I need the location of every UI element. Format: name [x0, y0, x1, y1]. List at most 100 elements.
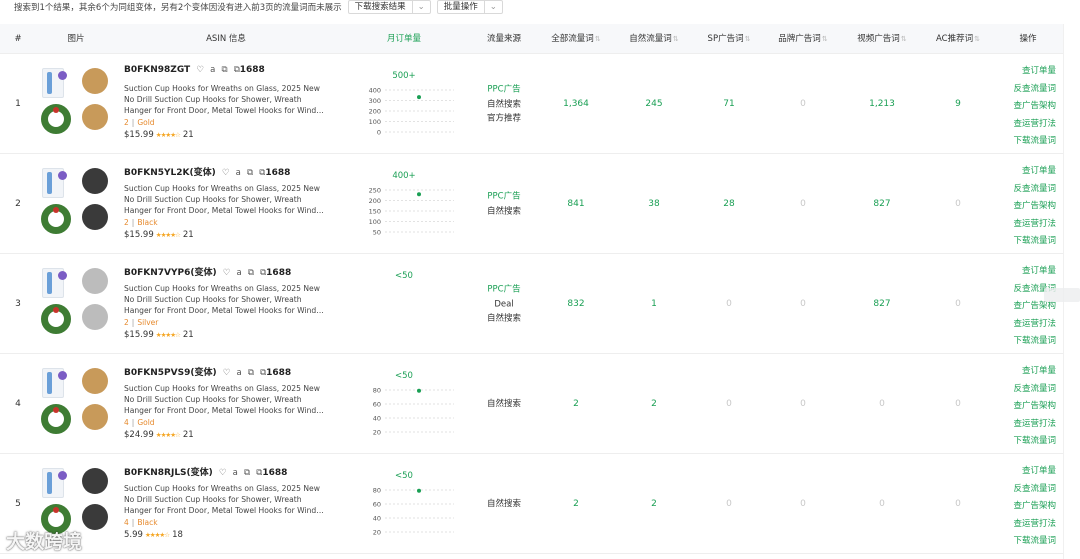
video-keywords-count[interactable]: 0 [879, 499, 885, 509]
all-keywords-count[interactable]: 2 [573, 399, 579, 409]
col-organic-keywords[interactable]: 自然流量词⇅ [629, 24, 678, 54]
all-keywords-count[interactable]: 832 [567, 299, 584, 309]
copy-icon[interactable]: ⧉ [244, 468, 250, 478]
action-link[interactable]: 反查流量词 [1006, 381, 1056, 399]
action-link[interactable]: 查广告架构 [1006, 98, 1056, 116]
sp-keywords-count[interactable]: 71 [723, 99, 734, 109]
col-monthly-orders[interactable]: 月订单量 [387, 24, 421, 54]
sp-keywords-count[interactable]: 0 [726, 299, 732, 309]
asin-code[interactable]: B0FKN98ZGT [124, 65, 190, 75]
ac-keywords-count[interactable]: 0 [955, 399, 961, 409]
amazon-icon[interactable]: a [236, 368, 241, 378]
action-link[interactable]: 查订单量 [1006, 463, 1056, 481]
supplier-badge[interactable]: 1688 [262, 468, 287, 478]
ac-keywords-count[interactable]: 0 [955, 199, 961, 209]
action-link[interactable]: 查广告架构 [1006, 398, 1056, 416]
all-keywords-count[interactable]: 2 [573, 499, 579, 509]
col-sp-keywords[interactable]: SP广告词⇅ [708, 24, 751, 54]
action-link[interactable]: 下载流量词 [1006, 433, 1056, 451]
product-image[interactable] [38, 364, 116, 442]
copy-icon[interactable]: ⧉ [221, 65, 227, 75]
product-title[interactable]: Suction Cup Hooks for Wreaths on Glass, … [124, 83, 326, 117]
brand-keywords-count[interactable]: 0 [800, 299, 806, 309]
col-brand-keywords[interactable]: 品牌广告词⇅ [778, 24, 827, 54]
ac-keywords-count[interactable]: 9 [955, 99, 961, 109]
video-keywords-count[interactable]: 0 [879, 399, 885, 409]
action-link[interactable]: 查运营打法 [1006, 116, 1056, 134]
heart-icon[interactable]: ♡ [223, 368, 231, 378]
sp-keywords-count[interactable]: 0 [726, 399, 732, 409]
ac-keywords-count[interactable]: 0 [955, 499, 961, 509]
download-results-button[interactable]: 下载搜索结果 ⌄ [347, 0, 431, 14]
asin-code[interactable]: B0FKN5YL2K(变体) [124, 168, 216, 178]
action-link[interactable]: 查运营打法 [1006, 316, 1056, 334]
chevron-down-icon[interactable]: ⌄ [411, 1, 430, 13]
organic-keywords-count[interactable]: 2 [651, 399, 657, 409]
sort-icon[interactable]: ⇅ [745, 35, 751, 43]
action-link[interactable]: 查广告架构 [1006, 198, 1056, 216]
amazon-icon[interactable]: a [237, 268, 242, 278]
organic-keywords-count[interactable]: 1 [651, 299, 657, 309]
action-link[interactable]: 查运营打法 [1006, 416, 1056, 434]
supplier-badge[interactable]: 1688 [266, 268, 291, 278]
amazon-icon[interactable]: a [236, 168, 241, 178]
heart-icon[interactable]: ♡ [196, 65, 204, 75]
col-ac-keywords[interactable]: AC推荐词⇅ [936, 24, 980, 54]
asin-code[interactable]: B0FKN7VYP6(变体) [124, 268, 217, 278]
brand-keywords-count[interactable]: 0 [800, 99, 806, 109]
amazon-icon[interactable]: a [210, 65, 215, 75]
organic-keywords-count[interactable]: 2 [651, 499, 657, 509]
product-title[interactable]: Suction Cup Hooks for Wreaths on Glass, … [124, 483, 326, 517]
video-keywords-count[interactable]: 827 [873, 199, 890, 209]
ac-keywords-count[interactable]: 0 [955, 299, 961, 309]
batch-operations-button[interactable]: 批量操作 ⌄ [436, 0, 503, 14]
heart-icon[interactable]: ♡ [219, 468, 227, 478]
action-link[interactable]: 反查流量词 [1006, 181, 1056, 199]
action-link[interactable]: 查运营打法 [1006, 216, 1056, 234]
sp-keywords-count[interactable]: 0 [726, 499, 732, 509]
organic-keywords-count[interactable]: 245 [645, 99, 662, 109]
action-link[interactable]: 反查流量词 [1006, 81, 1056, 99]
action-link[interactable]: 下载流量词 [1006, 233, 1056, 251]
supplier-badge[interactable]: 1688 [266, 368, 291, 378]
col-all-keywords[interactable]: 全部流量词⇅ [551, 24, 600, 54]
action-link[interactable]: 查订单量 [1006, 163, 1056, 181]
action-link[interactable]: 下载流量词 [1006, 333, 1056, 351]
product-title[interactable]: Suction Cup Hooks for Wreaths on Glass, … [124, 383, 326, 417]
action-link[interactable]: 反查流量词 [1006, 481, 1056, 499]
copy-icon[interactable]: ⧉ [248, 368, 254, 378]
all-keywords-count[interactable]: 841 [567, 199, 584, 209]
organic-keywords-count[interactable]: 38 [648, 199, 659, 209]
action-link[interactable]: 查订单量 [1006, 63, 1056, 81]
chevron-down-icon[interactable]: ⌄ [483, 1, 502, 13]
video-keywords-count[interactable]: 1,213 [869, 99, 895, 109]
sort-icon[interactable]: ⇅ [673, 35, 679, 43]
action-link[interactable]: 查广告架构 [1006, 498, 1056, 516]
supplier-badge[interactable]: 1688 [240, 65, 265, 75]
copy-icon[interactable]: ⧉ [247, 168, 253, 178]
copy-icon[interactable]: ⧉ [248, 268, 254, 278]
sort-icon[interactable]: ⇅ [901, 35, 907, 43]
supplier-badge[interactable]: 1688 [265, 168, 290, 178]
sp-keywords-count[interactable]: 28 [723, 199, 734, 209]
action-link[interactable]: 查订单量 [1006, 263, 1056, 281]
action-link[interactable]: 下载流量词 [1006, 533, 1056, 551]
product-title[interactable]: Suction Cup Hooks for Wreaths on Glass, … [124, 283, 326, 317]
product-image[interactable] [38, 264, 116, 342]
brand-keywords-count[interactable]: 0 [800, 499, 806, 509]
action-link[interactable]: 下载流量词 [1006, 133, 1056, 151]
col-video-keywords[interactable]: 视频广告词⇅ [857, 24, 906, 54]
product-image[interactable] [38, 64, 116, 142]
all-keywords-count[interactable]: 1,364 [563, 99, 589, 109]
brand-keywords-count[interactable]: 0 [800, 199, 806, 209]
product-title[interactable]: Suction Cup Hooks for Wreaths on Glass, … [124, 183, 326, 217]
asin-code[interactable]: B0FKN5PVS9(变体) [124, 368, 217, 378]
amazon-icon[interactable]: a [233, 468, 238, 478]
sort-icon[interactable]: ⇅ [974, 35, 980, 43]
heart-icon[interactable]: ♡ [222, 168, 230, 178]
sort-icon[interactable]: ⇅ [595, 35, 601, 43]
action-link[interactable]: 查订单量 [1006, 363, 1056, 381]
product-image[interactable] [38, 164, 116, 242]
action-link[interactable]: 查运营打法 [1006, 516, 1056, 534]
heart-icon[interactable]: ♡ [223, 268, 231, 278]
